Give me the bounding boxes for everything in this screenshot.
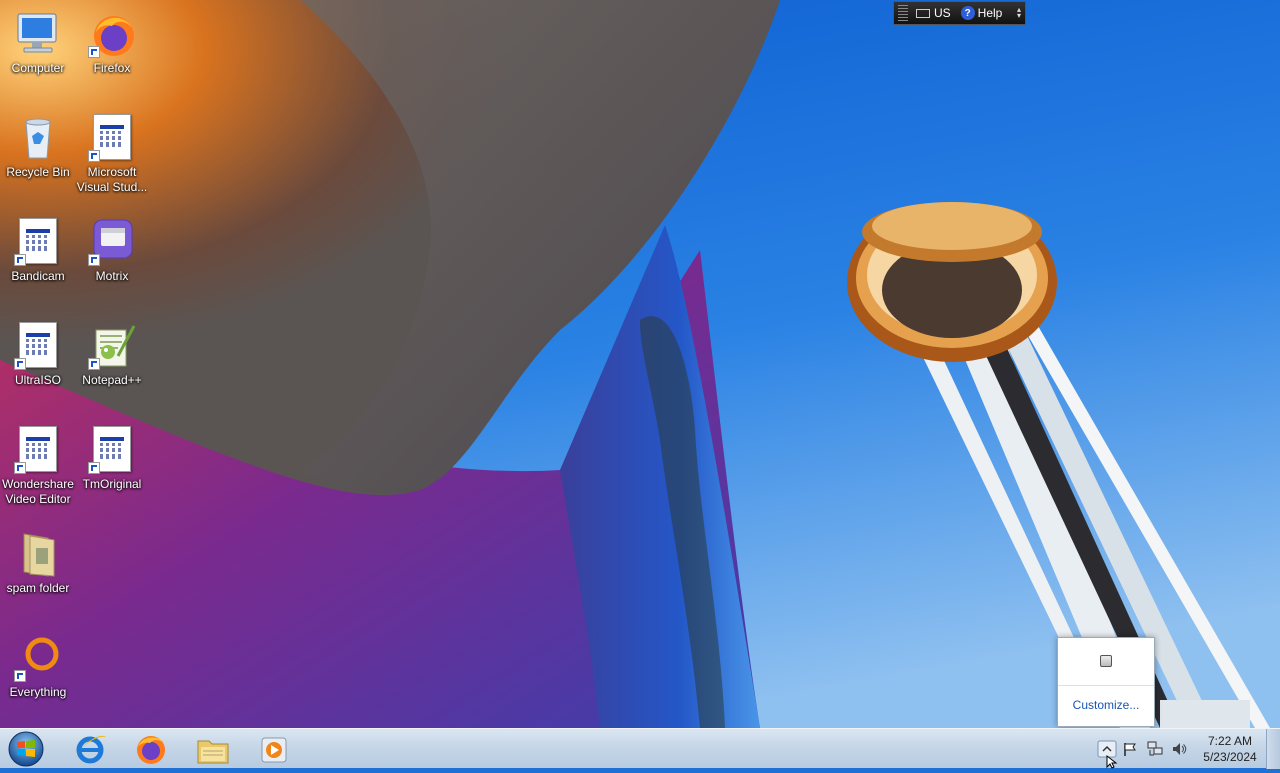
desktop-icon-wondershare[interactable]: Wondershare Video Editor <box>0 420 76 516</box>
desktop-icon-recycle-bin[interactable]: Recycle Bin <box>0 108 76 204</box>
desktop-icon-label: Motrix <box>95 269 129 283</box>
windows-logo-icon <box>8 731 44 767</box>
volume-button[interactable] <box>1171 741 1187 757</box>
taskbar: 7:22 AM 5/23/2024 <box>0 728 1280 769</box>
recycle-bin-icon <box>14 114 62 162</box>
action-center-button[interactable] <box>1122 741 1138 757</box>
document-shortcut-icon <box>88 114 136 162</box>
show-desktop-button[interactable] <box>1266 729 1280 769</box>
desktop-icon-firefox[interactable]: Firefox <box>74 4 150 100</box>
divider <box>1058 685 1154 686</box>
document-shortcut-icon <box>14 218 62 266</box>
media-player-icon <box>261 737 287 763</box>
tray-app-icon[interactable] <box>1100 655 1112 667</box>
language-bar[interactable]: US ? Help ▴ ▾ <box>893 1 1026 25</box>
notification-overflow-popup: Customize... <box>1057 637 1155 727</box>
desktop-icon-label: Wondershare Video Editor <box>2 477 74 506</box>
desktop-icon-label: TmOriginal <box>82 477 142 491</box>
desktop-icon-label: spam folder <box>6 581 70 595</box>
file-explorer-icon <box>197 740 229 764</box>
network-icon <box>1147 741 1163 756</box>
taskbar-file-explorer[interactable] <box>193 731 233 767</box>
shortcut-arrow-icon <box>14 670 26 682</box>
desktop-icon-spam-folder[interactable]: spam folder <box>0 524 76 620</box>
keyboard-icon <box>916 8 930 18</box>
clock-time: 7:22 AM <box>1207 734 1253 748</box>
clock-date: 5/23/2024 <box>1203 750 1257 764</box>
notepadpp-icon <box>88 322 136 370</box>
everything-icon <box>14 634 62 682</box>
desktop-icon-ultraiso[interactable]: UltraISO <box>0 316 76 412</box>
computer-icon <box>14 10 62 58</box>
desktop-icon-label: Recycle Bin <box>6 165 70 179</box>
shortcut-arrow-icon <box>14 462 26 474</box>
shortcut-arrow-icon <box>88 254 100 266</box>
desktop-icon-label: Bandicam <box>11 269 65 283</box>
desktop-icon-notepadpp[interactable]: Notepad++ <box>74 316 150 412</box>
shortcut-arrow-icon <box>14 254 26 266</box>
language-bar-options-icon[interactable]: ▴ ▾ <box>1017 6 1021 20</box>
shortcut-arrow-icon <box>88 358 100 370</box>
start-button[interactable] <box>6 730 46 768</box>
taskbar-internet-explorer[interactable] <box>70 731 110 767</box>
desktop-icon-label: Firefox <box>93 61 131 75</box>
network-button[interactable] <box>1147 741 1163 757</box>
shortcut-arrow-icon <box>88 150 100 162</box>
document-shortcut-icon <box>14 426 62 474</box>
desktop-icon-bandicam[interactable]: Bandicam <box>0 212 76 308</box>
volume-icon <box>1173 743 1187 755</box>
desktop-icon-visual-studio[interactable]: Microsoft Visual Stud... <box>74 108 150 204</box>
folder-icon <box>14 530 62 578</box>
action-center-flag-icon <box>1124 743 1136 756</box>
desktop-icon-label: Microsoft Visual Stud... <box>76 165 148 194</box>
firefox-icon <box>137 736 165 764</box>
desktop-icon-everything[interactable]: Everything <box>0 628 76 724</box>
desktop-icon-label: Everything <box>9 685 67 699</box>
motrix-icon <box>88 218 136 266</box>
shortcut-arrow-icon <box>14 358 26 370</box>
desktop-icon-motrix[interactable]: Motrix <box>74 212 150 308</box>
desktop-icon-label: UltraISO <box>14 373 61 387</box>
desktop-icon-tmoriginal[interactable]: TmOriginal <box>74 420 150 516</box>
help-button[interactable]: Help <box>978 6 1003 20</box>
document-shortcut-icon <box>88 426 136 474</box>
desktop-icon-label: Notepad++ <box>82 373 142 387</box>
mouse-cursor-icon <box>1106 755 1118 769</box>
system-clock[interactable]: 7:22 AM 5/23/2024 <box>1198 733 1262 765</box>
taskbar-media-player[interactable] <box>254 731 294 767</box>
shortcut-arrow-icon <box>88 462 100 474</box>
internet-explorer-icon <box>75 735 106 764</box>
drag-grip-icon[interactable] <box>898 5 908 21</box>
desktop-icon-computer[interactable]: Computer <box>0 4 76 100</box>
input-language[interactable]: US <box>934 6 951 20</box>
desktop-icon-label: Computer <box>11 61 65 75</box>
taskbar-firefox[interactable] <box>131 731 171 767</box>
firefox-icon <box>88 10 136 58</box>
help-icon[interactable]: ? <box>960 6 975 20</box>
shortcut-arrow-icon <box>88 46 100 58</box>
customize-link[interactable]: Customize... <box>1058 698 1154 712</box>
document-shortcut-icon <box>14 322 62 370</box>
